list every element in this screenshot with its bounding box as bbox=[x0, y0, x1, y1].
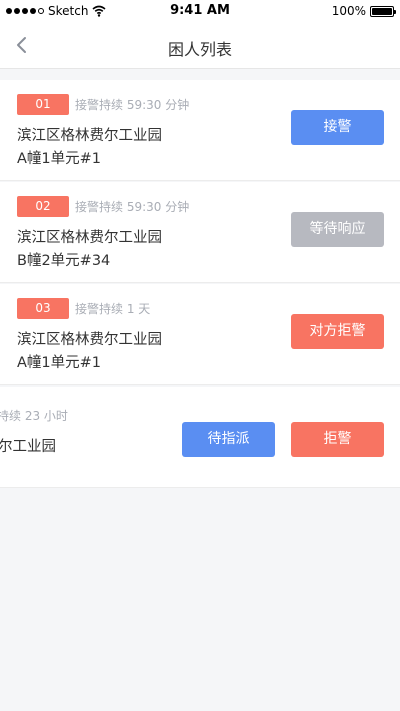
address-line2: B幢2单元#34 bbox=[17, 253, 111, 269]
page-title: 困人列表 bbox=[167, 40, 232, 59]
address-line1: 滨江区格林费尔工业园 bbox=[17, 230, 162, 246]
index-badge: 01 bbox=[17, 94, 69, 115]
battery-percent: 100% bbox=[331, 4, 366, 18]
list-item-swiped[interactable]: 持续 23 小时 尔工业园 待指派 拒警 bbox=[0, 387, 400, 488]
rejected-by-other-button[interactable]: 对方拒警 bbox=[291, 314, 384, 349]
reject-alarm-button[interactable]: 拒警 bbox=[291, 422, 384, 457]
duration-label: 接警持续 1 天 bbox=[75, 302, 151, 316]
address-line1: 滨江区格林费尔工业园 bbox=[17, 128, 162, 144]
address-line2: A幢1单元#1 bbox=[17, 151, 102, 167]
pending-assign-button[interactable]: 待指派 bbox=[182, 422, 275, 457]
accept-alarm-button[interactable]: 接警 bbox=[291, 110, 384, 145]
index-badge: 02 bbox=[17, 196, 69, 217]
list-item[interactable]: 01 接警持续 59:30 分钟 滨江区格林费尔工业园 A幢1单元#1 接警 bbox=[0, 80, 400, 181]
waiting-response-button[interactable]: 等待响应 bbox=[291, 212, 384, 247]
duration-label: 持续 23 小时 bbox=[0, 409, 68, 423]
list-item[interactable]: 02 接警持续 59:30 分钟 滨江区格林费尔工业园 B幢2单元#34 等待响… bbox=[0, 182, 400, 283]
duration-label: 接警持续 59:30 分钟 bbox=[75, 200, 190, 214]
status-bar: Sketch 9:41 AM 100% bbox=[0, 0, 400, 22]
index-badge: 03 bbox=[17, 298, 69, 319]
duration-label: 接警持续 59:30 分钟 bbox=[75, 98, 190, 112]
nav-bar: 困人列表 bbox=[0, 22, 400, 69]
battery-icon bbox=[370, 5, 396, 17]
address-line2: A幢1单元#1 bbox=[17, 355, 102, 371]
address-line1: 滨江区格林费尔工业园 bbox=[17, 332, 162, 348]
status-right: 100% bbox=[331, 4, 396, 18]
list-item[interactable]: 03 接警持续 1 天 滨江区格林费尔工业园 A幢1单元#1 对方拒警 bbox=[0, 284, 400, 385]
address-line1: 尔工业园 bbox=[0, 439, 56, 455]
